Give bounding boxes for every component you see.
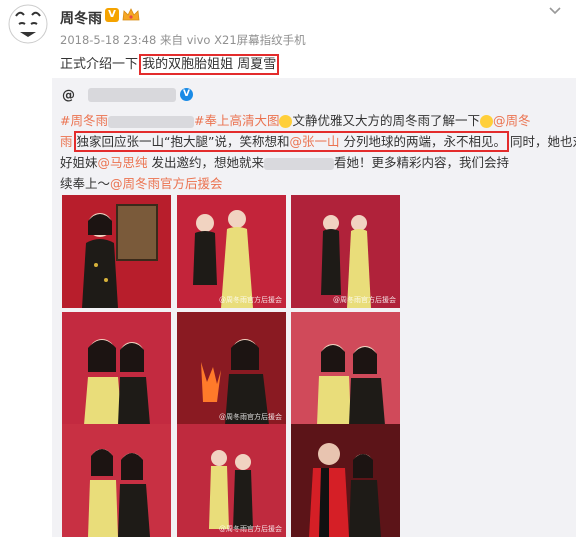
repost-text: 好姐妹 <box>60 155 98 170</box>
blurred-text <box>107 115 194 128</box>
blue-verified-icon: V <box>180 88 193 101</box>
post-text-highlight: 我的双胞胎姐姐 周夏雪 <box>139 54 280 75</box>
repost-text: 发出邀约，想她就来 <box>147 155 265 170</box>
photo-watermark: @周冬雨官方后援会 <box>333 296 396 304</box>
photo-5-image <box>177 312 286 425</box>
mention-masichun[interactable]: @马思纯 <box>98 155 148 170</box>
photo-3-image <box>291 195 400 308</box>
repost-text: 续奉上～ <box>60 176 111 191</box>
username[interactable]: 周冬雨 <box>60 8 102 28</box>
photo-watermark: @周冬雨官方后援会 <box>219 296 282 304</box>
photo-watermark: @周冬雨官方后援会 <box>219 413 282 421</box>
photo-6-image <box>291 312 400 425</box>
hashtag-link-2[interactable]: #奉上高清大图 <box>194 113 279 128</box>
photo-3[interactable]: @周冬雨官方后援会 <box>291 195 400 308</box>
photo-5[interactable]: @周冬雨官方后援会 <box>177 312 286 425</box>
repost-line-1: #周冬雨 #奉上高清大图 文静优雅又大方的周冬雨了解一下 @周冬 <box>60 110 531 129</box>
repost-text: 文静优雅又大方的周冬雨了解一下 <box>292 113 480 128</box>
photo-7-image <box>62 424 171 537</box>
repost-author-blurred[interactable] <box>88 88 176 102</box>
repost-text: 看她！更多精彩内容，我们会持 <box>334 155 510 170</box>
blurred-text <box>264 157 335 170</box>
photo-4[interactable] <box>62 312 171 425</box>
mention-link-cont[interactable]: 雨 <box>60 134 73 149</box>
post-text: 正式介绍一下 我的双胞胎姐姐 周夏雪 <box>60 53 280 75</box>
photo-1-image <box>62 195 171 308</box>
photo-9[interactable] <box>291 424 400 537</box>
photo-2[interactable]: @周冬雨官方后援会 <box>177 195 286 308</box>
photo-1[interactable] <box>62 195 171 308</box>
mention-fanclub[interactable]: @周冬雨官方后援会 <box>110 176 223 191</box>
post-text-intro: 正式介绍一下 <box>60 57 143 72</box>
emoji-icon <box>279 115 293 128</box>
photo-8-image <box>177 424 286 537</box>
repost-line-2: 雨 独家回应张一山“抱大腿”说，笑称想和@张一山 分列地球的两端，永不相见。 同… <box>60 131 576 152</box>
photo-6[interactable] <box>291 312 400 425</box>
repost-text: 同时，她也对 <box>509 134 576 149</box>
chevron-down-icon[interactable] <box>548 6 562 16</box>
crown-icon <box>122 8 140 21</box>
photo-7[interactable] <box>62 424 171 537</box>
repost-line-3: 好姐妹@马思纯 发出邀约，想她就来 看她！更多精彩内容，我们会持 <box>60 152 509 171</box>
avatar[interactable] <box>8 4 48 44</box>
photo-9-image <box>291 424 400 537</box>
photo-2-image <box>177 195 286 308</box>
post-meta: 2018-5-18 23:48 来自 vivo X21屏幕指纹手机 <box>60 33 306 47</box>
photo-4-image <box>62 312 171 425</box>
photo-watermark: @周冬雨官方后援会 <box>219 525 282 533</box>
repost-highlight-text-a: 独家回应张一山“抱大腿”说，笑称想和 <box>76 134 290 149</box>
repost-highlight-text-b: 分列地球的两端，永不相见。 <box>339 134 506 149</box>
repost-author-prefix: @ <box>62 88 75 103</box>
repost-highlight: 独家回应张一山“抱大腿”说，笑称想和@张一山 分列地球的两端，永不相见。 <box>73 131 509 152</box>
verified-badge-icon: V <box>105 8 119 22</box>
repost-line-4: 续奉上～@周冬雨官方后援会 <box>60 173 223 192</box>
mention-link[interactable]: @周冬 <box>493 113 531 128</box>
photo-8[interactable]: @周冬雨官方后援会 <box>177 424 286 537</box>
mention-zhangyishan[interactable]: @张一山 <box>289 134 339 149</box>
hashtag-link[interactable]: #周冬雨 <box>60 113 108 128</box>
emoji-icon <box>479 115 493 128</box>
